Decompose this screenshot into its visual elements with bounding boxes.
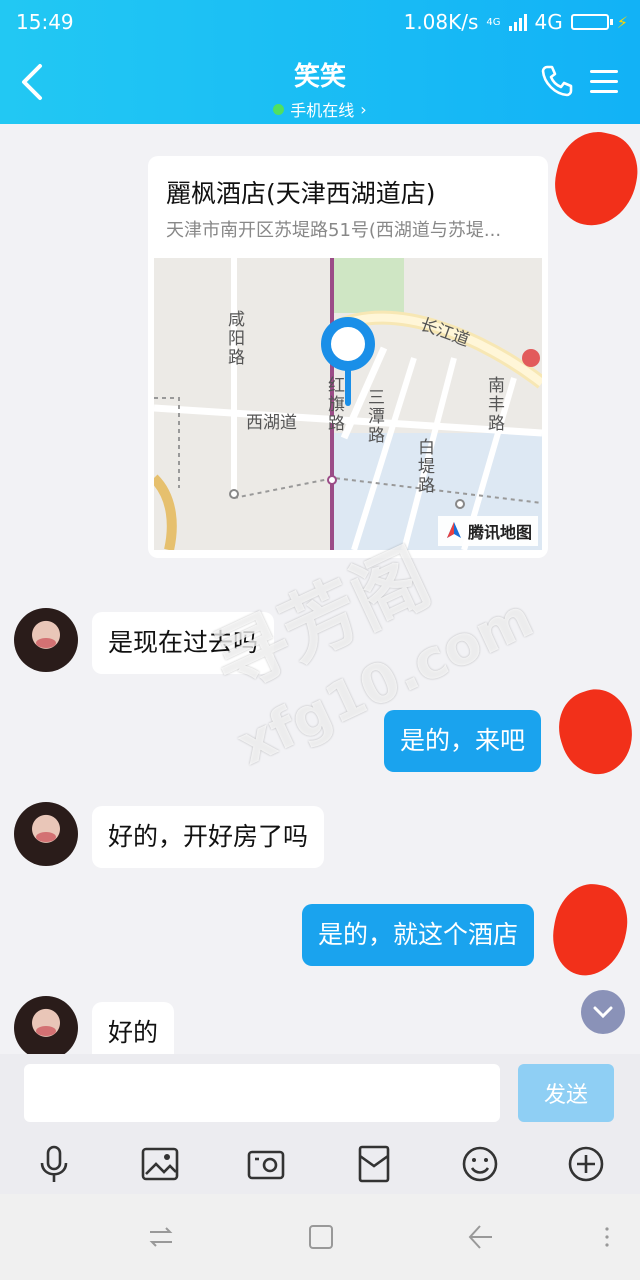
status-right: 1.08K/s 4G 4G ⚡: [404, 10, 628, 34]
compass-icon: [446, 522, 461, 538]
contact-avatar[interactable]: [14, 802, 78, 866]
signal-icon: [508, 13, 527, 31]
composer-bar: 发送: [0, 1054, 640, 1134]
presence-status: 手机在线 ›: [273, 97, 367, 121]
message-input[interactable]: [24, 1064, 500, 1122]
message-bubble-outgoing: 是的，来吧: [384, 710, 542, 772]
online-dot-icon: [273, 103, 285, 115]
status-time: 15:49: [16, 10, 74, 34]
map-preview[interactable]: 咸阳路 长江道 南丰路 西湖道 红旗路 三潭路 白堤路 腾讯地图: [154, 258, 542, 550]
location-card[interactable]: 麗枫酒店(天津西湖道店) 天津市南开区苏堤路51号(西湖道与苏堤... 咸阳路 …: [148, 156, 548, 558]
camera-icon[interactable]: [246, 1144, 286, 1184]
message-bubble-outgoing: 是的，就这个酒店: [302, 904, 535, 966]
map-label-nanfeng: 南丰路: [484, 376, 504, 433]
send-button[interactable]: 发送: [518, 1064, 614, 1122]
charging-icon: ⚡: [616, 12, 628, 32]
redacted-avatar-self: [548, 680, 640, 784]
back-icon[interactable]: [466, 1222, 496, 1252]
scroll-to-bottom-button[interactable]: [581, 990, 625, 1034]
plus-icon[interactable]: [566, 1144, 606, 1184]
redacted-avatar-self: [546, 878, 634, 982]
status-bar: 15:49 1.08K/s 4G 4G ⚡: [16, 10, 628, 36]
map-provider-name: 腾讯地图: [467, 523, 532, 542]
chat-header: 15:49 1.08K/s 4G 4G ⚡ 笑笑 手机在线 ›: [0, 0, 640, 124]
switch-apps-icon[interactable]: [146, 1222, 176, 1252]
system-navigation-bar: [0, 1194, 640, 1280]
composer-toolbar: [0, 1134, 640, 1194]
more-icon[interactable]: [592, 1222, 622, 1252]
home-icon[interactable]: [306, 1222, 336, 1252]
image-icon[interactable]: [140, 1144, 180, 1184]
network-type: 4G: [534, 10, 563, 34]
network-speed: 1.08K/s: [403, 10, 479, 34]
chevron-right-icon: ›: [360, 99, 367, 119]
battery-icon: [570, 14, 613, 30]
map-label-baiti: 白堤路: [414, 438, 434, 495]
contact-avatar[interactable]: [14, 996, 78, 1060]
network-small-label: 4G: [486, 16, 501, 28]
emoji-icon[interactable]: [460, 1144, 500, 1184]
location-address: 天津市南开区苏堤路51号(西湖道与苏堤...: [166, 220, 502, 241]
location-name: 麗枫酒店(天津西湖道店): [166, 179, 436, 208]
message-bubble-incoming: 是现在过去吗: [92, 612, 275, 674]
contact-avatar[interactable]: [14, 608, 78, 672]
message-bubble-incoming: 好的，开好房了吗: [92, 806, 325, 868]
microphone-icon[interactable]: [34, 1144, 74, 1184]
phone-icon[interactable]: [540, 64, 574, 98]
presence-text: 手机在线: [290, 101, 355, 120]
red-packet-icon[interactable]: [354, 1144, 394, 1184]
map-label-santan: 三潭路: [364, 388, 384, 445]
map-provider-badge: 腾讯地图: [437, 516, 538, 546]
redacted-avatar-self: [547, 124, 640, 234]
map-label-xihu: 西湖道: [246, 413, 297, 433]
map-label-xianyang: 咸阳路: [224, 310, 244, 367]
map-label-hongqi: 红旗路: [324, 376, 344, 433]
chevron-down-icon: [593, 1006, 613, 1019]
menu-icon[interactable]: [590, 70, 618, 94]
